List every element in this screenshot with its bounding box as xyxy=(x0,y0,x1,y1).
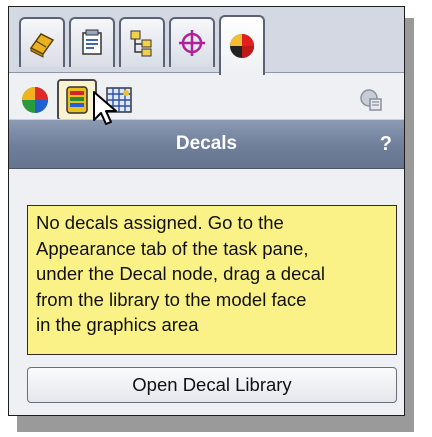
display-options-icon xyxy=(360,89,382,111)
configuration-manager-icon xyxy=(130,30,152,57)
help-icon[interactable]: ? xyxy=(380,133,392,156)
mouse-cursor-icon xyxy=(93,91,117,125)
decals-button[interactable] xyxy=(57,79,97,121)
no-decals-message: No decals assigned. Go to the Appearance… xyxy=(27,205,397,355)
decals-icon xyxy=(66,86,88,114)
dimxpert-manager-icon xyxy=(179,30,205,56)
display-manager-panel: Decals ? No decals assigned. Go to the A… xyxy=(8,6,405,416)
feature-manager-icon xyxy=(29,33,55,58)
tab-display-manager[interactable] xyxy=(219,15,265,75)
tab-property-manager[interactable] xyxy=(69,17,115,67)
appearances-icon xyxy=(22,87,48,113)
manager-tab-bar xyxy=(9,7,404,75)
open-decal-library-button[interactable]: Open Decal Library xyxy=(27,367,397,403)
tab-dimxpert-manager[interactable] xyxy=(169,17,215,67)
appearances-button[interactable] xyxy=(15,79,55,121)
tab-configuration-manager[interactable] xyxy=(119,17,165,67)
display-options-button[interactable] xyxy=(351,79,391,121)
header-title: Decals xyxy=(175,133,238,154)
tab-feature-manager[interactable] xyxy=(19,17,65,67)
display-manager-icon xyxy=(230,34,254,58)
property-manager-icon xyxy=(82,29,102,55)
decals-header: Decals ? xyxy=(9,119,404,169)
